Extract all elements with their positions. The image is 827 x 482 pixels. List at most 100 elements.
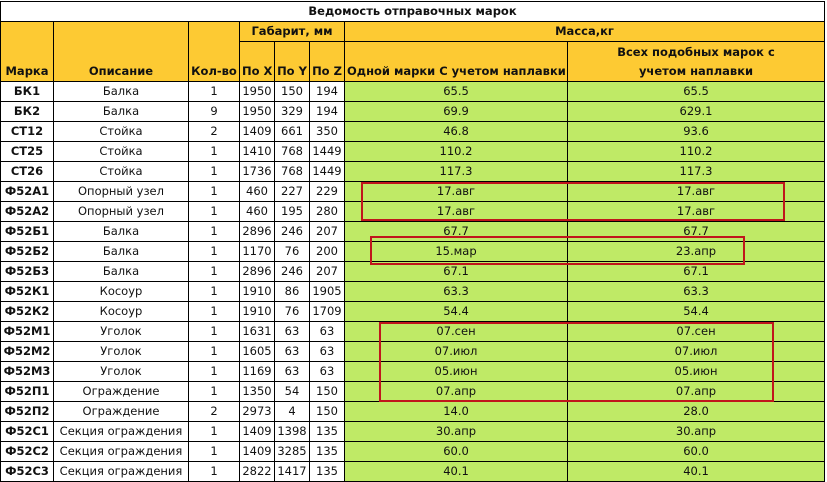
cell-x[interactable]: 1169 — [239, 361, 275, 382]
cell-z[interactable]: 150 — [309, 401, 345, 422]
cell-x[interactable]: 1950 — [239, 81, 275, 102]
cell-qty[interactable]: 1 — [188, 281, 240, 302]
cell-x[interactable]: 1409 — [239, 121, 275, 142]
cell-y[interactable]: 86 — [274, 281, 310, 302]
cell-z[interactable]: 200 — [309, 241, 345, 262]
cell-mark[interactable]: Ф52Б1 — [0, 221, 54, 242]
cell-x[interactable]: 2973 — [239, 401, 275, 422]
cell-description[interactable]: Стойка — [53, 121, 189, 142]
cell-mass-one[interactable]: 07.июл — [344, 341, 568, 362]
cell-z[interactable]: 280 — [309, 201, 345, 222]
cell-mark[interactable]: Ф52С1 — [0, 421, 54, 442]
cell-qty[interactable]: 1 — [188, 221, 240, 242]
cell-description[interactable]: Балка — [53, 241, 189, 262]
cell-z[interactable]: 135 — [309, 461, 345, 482]
cell-mark[interactable]: СТ26 — [0, 161, 54, 182]
cell-mass-all[interactable]: 40.1 — [566, 461, 826, 482]
cell-y[interactable]: 1398 — [274, 421, 310, 442]
cell-z[interactable]: 194 — [309, 101, 345, 122]
cell-y[interactable]: 63 — [274, 321, 310, 342]
cell-mass-all[interactable]: 65.5 — [566, 81, 826, 102]
cell-mass-one[interactable]: 63.3 — [344, 281, 568, 302]
cell-z[interactable]: 63 — [309, 361, 345, 382]
header-description[interactable]: Описание — [53, 21, 189, 82]
cell-mark[interactable]: Ф52Б2 — [0, 241, 54, 262]
cell-description[interactable]: Стойка — [53, 161, 189, 182]
cell-x[interactable]: 1410 — [239, 141, 275, 162]
cell-mass-one[interactable]: 07.сен — [344, 321, 568, 342]
cell-qty[interactable]: 1 — [188, 201, 240, 222]
cell-mark[interactable]: БК2 — [0, 101, 54, 122]
cell-mass-all[interactable]: 629.1 — [566, 101, 826, 122]
cell-y[interactable]: 150 — [274, 81, 310, 102]
cell-mark[interactable]: СТ25 — [0, 141, 54, 162]
cell-description[interactable]: Уголок — [53, 341, 189, 362]
cell-qty[interactable]: 1 — [188, 381, 240, 402]
header-mark[interactable]: Марка — [0, 21, 54, 82]
cell-y[interactable]: 1417 — [274, 461, 310, 482]
cell-qty[interactable]: 1 — [188, 301, 240, 322]
cell-z[interactable]: 135 — [309, 421, 345, 442]
cell-z[interactable]: 150 — [309, 381, 345, 402]
cell-mass-one[interactable]: 110.2 — [344, 141, 568, 162]
cell-mass-one[interactable]: 54.4 — [344, 301, 568, 322]
cell-mass-all[interactable]: 63.3 — [566, 281, 826, 302]
cell-mark[interactable]: Ф52Б3 — [0, 261, 54, 282]
cell-mass-one[interactable]: 117.3 — [344, 161, 568, 182]
cell-qty[interactable]: 1 — [188, 341, 240, 362]
cell-z[interactable]: 1449 — [309, 141, 345, 162]
table-title[interactable]: Ведомость отправочных марок — [0, 1, 826, 22]
cell-mark[interactable]: Ф52С2 — [0, 441, 54, 462]
cell-mass-all[interactable]: 67.1 — [566, 261, 826, 282]
cell-mass-all[interactable]: 30.апр — [566, 421, 826, 442]
cell-x[interactable]: 460 — [239, 201, 275, 222]
cell-mass-all[interactable]: 23.апр — [566, 241, 826, 262]
cell-y[interactable]: 76 — [274, 241, 310, 262]
cell-x[interactable]: 460 — [239, 181, 275, 202]
cell-y[interactable]: 246 — [274, 261, 310, 282]
cell-mass-one[interactable]: 65.5 — [344, 81, 568, 102]
header-mass-all[interactable]: Всех подобных марок с учетом наплавки — [566, 41, 826, 82]
cell-y[interactable]: 227 — [274, 181, 310, 202]
cell-x[interactable]: 1910 — [239, 281, 275, 302]
cell-z[interactable]: 1709 — [309, 301, 345, 322]
cell-y[interactable]: 63 — [274, 361, 310, 382]
cell-y[interactable]: 768 — [274, 161, 310, 182]
cell-qty[interactable]: 1 — [188, 81, 240, 102]
cell-x[interactable]: 1350 — [239, 381, 275, 402]
cell-description[interactable]: Секция ограждения — [53, 461, 189, 482]
cell-description[interactable]: Уголок — [53, 321, 189, 342]
cell-description[interactable]: Балка — [53, 81, 189, 102]
cell-mass-all[interactable]: 07.июл — [566, 341, 826, 362]
cell-mass-all[interactable]: 117.3 — [566, 161, 826, 182]
cell-mass-one[interactable]: 17.авг — [344, 181, 568, 202]
cell-mass-all[interactable]: 60.0 — [566, 441, 826, 462]
cell-mark[interactable]: Ф52С3 — [0, 461, 54, 482]
cell-mass-all[interactable]: 05.июн — [566, 361, 826, 382]
cell-z[interactable]: 63 — [309, 341, 345, 362]
cell-y[interactable]: 195 — [274, 201, 310, 222]
cell-mass-one[interactable]: 69.9 — [344, 101, 568, 122]
cell-z[interactable]: 1905 — [309, 281, 345, 302]
header-dimensions[interactable]: Габарит, мм — [239, 21, 345, 42]
cell-description[interactable]: Стойка — [53, 141, 189, 162]
cell-description[interactable]: Опорный узел — [53, 201, 189, 222]
cell-qty[interactable]: 1 — [188, 321, 240, 342]
cell-mass-one[interactable]: 67.7 — [344, 221, 568, 242]
cell-z[interactable]: 1449 — [309, 161, 345, 182]
cell-qty[interactable]: 2 — [188, 401, 240, 422]
cell-mass-one[interactable]: 67.1 — [344, 261, 568, 282]
cell-description[interactable]: Ограждение — [53, 381, 189, 402]
cell-qty[interactable]: 1 — [188, 181, 240, 202]
cell-qty[interactable]: 1 — [188, 461, 240, 482]
cell-y[interactable]: 246 — [274, 221, 310, 242]
cell-mark[interactable]: Ф52П1 — [0, 381, 54, 402]
cell-z[interactable]: 350 — [309, 121, 345, 142]
cell-x[interactable]: 1910 — [239, 301, 275, 322]
cell-qty[interactable]: 1 — [188, 141, 240, 162]
cell-y[interactable]: 3285 — [274, 441, 310, 462]
header-qty[interactable]: Кол-во — [188, 21, 240, 82]
cell-qty[interactable]: 1 — [188, 241, 240, 262]
cell-x[interactable]: 1950 — [239, 101, 275, 122]
cell-mass-all[interactable]: 54.4 — [566, 301, 826, 322]
